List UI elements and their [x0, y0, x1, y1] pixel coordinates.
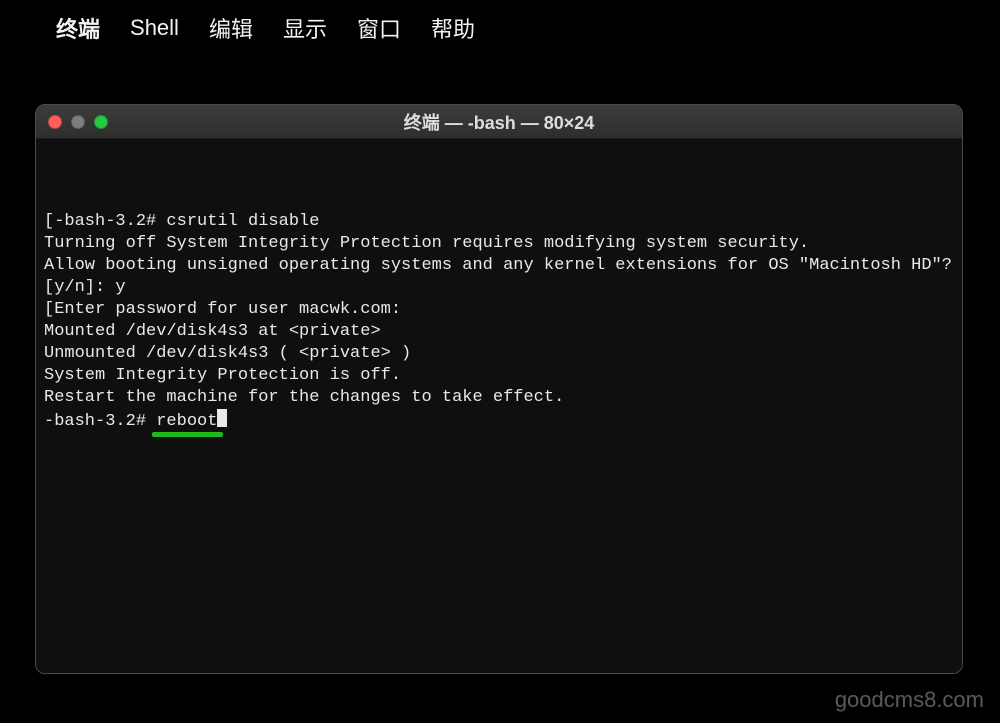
shell-prompt: -bash-3.2# [44, 412, 156, 431]
menubar-item-shell[interactable]: Shell [128, 11, 181, 45]
watermark-text: goodcms8.com [835, 687, 984, 713]
menubar-app-name[interactable]: 终端 [54, 8, 102, 48]
minimize-icon[interactable] [71, 115, 85, 129]
terminal-line: Restart the machine for the changes to t… [44, 387, 954, 409]
window-title: 终端 — -bash — 80×24 [36, 109, 962, 135]
terminal-line: Turning off System Integrity Protection … [44, 233, 954, 255]
scrollbar[interactable] [948, 139, 962, 673]
terminal-cursor [217, 409, 227, 427]
terminal-line: Mounted /dev/disk4s3 at <private> [44, 321, 954, 343]
terminal-line: [Enter password for user macwk.com: [44, 299, 954, 321]
macos-menubar: 终端 Shell 编辑 显示 窗口 帮助 [0, 0, 1000, 56]
close-icon[interactable] [48, 115, 62, 129]
terminal-line: [-bash-3.2# csrutil disable [44, 211, 954, 233]
terminal-window: 终端 — -bash — 80×24 [-bash-3.2# csrutil d… [35, 104, 963, 674]
annotation-underline [152, 432, 223, 437]
apple-logo-icon[interactable] [12, 26, 28, 30]
window-titlebar[interactable]: 终端 — -bash — 80×24 [36, 105, 962, 139]
traffic-lights [36, 115, 108, 129]
terminal-line: Unmounted /dev/disk4s3 ( <private> ) [44, 343, 954, 365]
menubar-item-view[interactable]: 显示 [281, 8, 329, 48]
menubar-item-help[interactable]: 帮助 [429, 8, 477, 48]
menubar-item-edit[interactable]: 编辑 [207, 8, 255, 48]
menubar-item-window[interactable]: 窗口 [355, 8, 403, 48]
terminal-prompt-line: -bash-3.2# reboot [44, 409, 954, 433]
terminal-line: Allow booting unsigned operating systems… [44, 255, 954, 299]
terminal-line: System Integrity Protection is off. [44, 365, 954, 387]
terminal-output[interactable]: [-bash-3.2# csrutil disableTurning off S… [36, 139, 962, 673]
maximize-icon[interactable] [94, 115, 108, 129]
typed-command: reboot [156, 412, 217, 431]
